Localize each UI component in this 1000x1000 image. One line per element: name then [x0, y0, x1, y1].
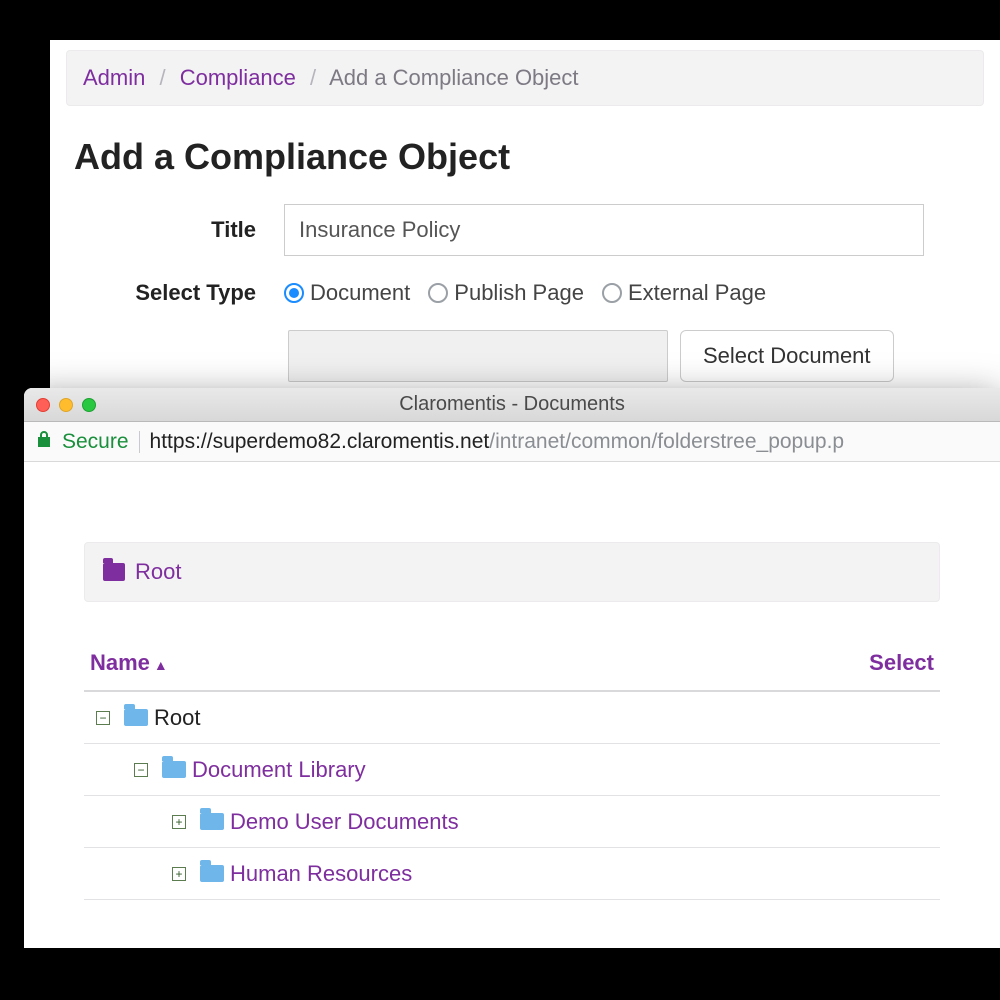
select-document-row: Select Document	[288, 330, 1000, 382]
folder-icon	[124, 709, 148, 726]
root-breadcrumb[interactable]: Root	[84, 542, 940, 602]
tree-row-demo-user-documents: + Demo User Documents	[84, 796, 940, 848]
collapse-icon[interactable]: −	[134, 763, 148, 777]
table-header: Name▲ Select	[84, 650, 940, 692]
collapse-icon[interactable]: −	[96, 711, 110, 725]
radio-publish-page[interactable]: Publish Page	[428, 280, 584, 306]
radio-external-page-label: External Page	[628, 280, 766, 306]
folder-icon	[200, 813, 224, 830]
tree-row-root: − Root	[84, 692, 940, 744]
window-titlebar: Claromentis - Documents	[24, 388, 1000, 422]
type-label: Select Type	[74, 280, 284, 306]
radio-document[interactable]: Document	[284, 280, 410, 306]
expand-icon[interactable]: +	[172, 815, 186, 829]
select-document-button[interactable]: Select Document	[680, 330, 894, 382]
tree-row-document-library: − Document Library	[84, 744, 940, 796]
column-select: Select	[869, 650, 934, 676]
selected-document-display	[288, 330, 668, 382]
breadcrumb-compliance[interactable]: Compliance	[180, 65, 296, 90]
window-title: Claromentis - Documents	[24, 393, 1000, 416]
radio-icon	[428, 283, 448, 303]
radio-icon	[602, 283, 622, 303]
folder-icon	[200, 865, 224, 882]
secure-label: Secure	[62, 430, 129, 454]
tree-row-human-resources: + Human Resources	[84, 848, 940, 900]
title-label: Title	[74, 217, 284, 243]
form-row-type: Select Type Document Publish Page Extern…	[74, 280, 976, 306]
address-separator	[139, 431, 140, 453]
url-host: https://superdemo82.claromentis.net	[150, 430, 490, 453]
radio-publish-page-label: Publish Page	[454, 280, 584, 306]
tree-row-more	[84, 900, 940, 948]
folder-tree: − Root − Document Library + Demo User Do…	[84, 692, 940, 948]
url-path: /intranet/common/folderstree_popup.p	[489, 430, 844, 453]
expand-icon[interactable]: +	[172, 867, 186, 881]
form-row-title: Title	[74, 204, 976, 256]
title-input[interactable]	[284, 204, 924, 256]
radio-document-label: Document	[310, 280, 410, 306]
page-title: Add a Compliance Object	[74, 136, 976, 178]
breadcrumb-separator: /	[159, 65, 165, 90]
folder-icon	[103, 563, 125, 581]
root-label: Root	[135, 559, 181, 585]
radio-icon	[284, 283, 304, 303]
breadcrumb-current: Add a Compliance Object	[329, 65, 578, 90]
sort-asc-icon: ▲	[154, 657, 168, 673]
document-picker-window: Claromentis - Documents Secure https://s…	[24, 388, 1000, 948]
address-url[interactable]: https://superdemo82.claromentis.net/intr…	[150, 430, 845, 454]
tree-node-root[interactable]: Root	[154, 705, 200, 731]
column-name[interactable]: Name▲	[90, 650, 168, 676]
lock-icon	[36, 430, 52, 454]
tree-node-human-resources[interactable]: Human Resources	[230, 861, 412, 887]
folder-icon	[162, 761, 186, 778]
breadcrumb: Admin / Compliance / Add a Compliance Ob…	[66, 50, 984, 106]
breadcrumb-admin[interactable]: Admin	[83, 65, 145, 90]
radio-external-page[interactable]: External Page	[602, 280, 766, 306]
browser-address-bar: Secure https://superdemo82.claromentis.n…	[24, 422, 1000, 462]
tree-node-demo-user-documents[interactable]: Demo User Documents	[230, 809, 459, 835]
tree-node-document-library[interactable]: Document Library	[192, 757, 366, 783]
breadcrumb-separator: /	[310, 65, 316, 90]
